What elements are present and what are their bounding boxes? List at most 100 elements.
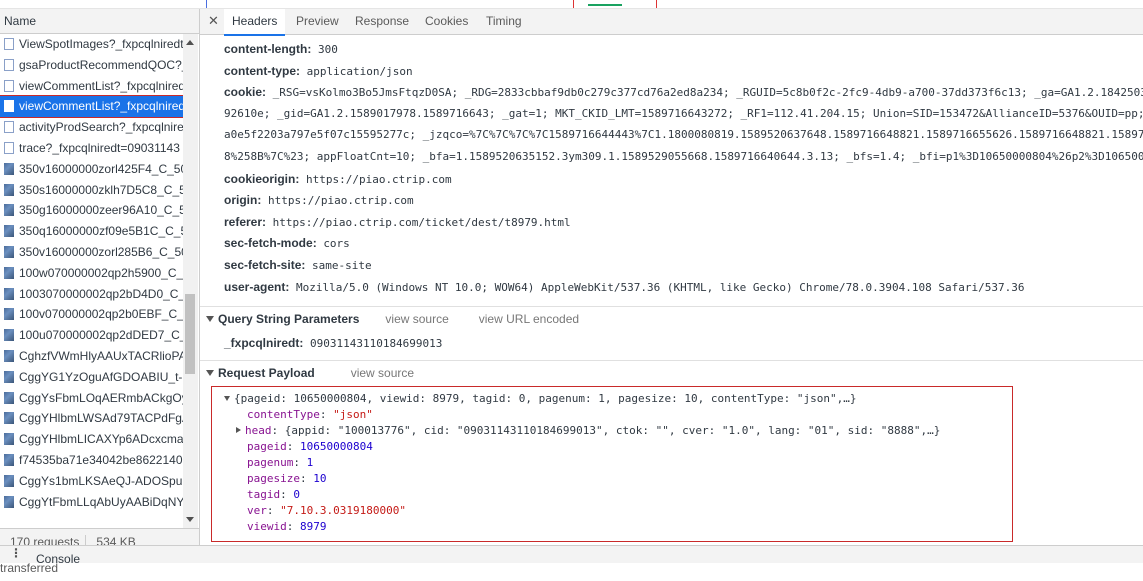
request-row[interactable]: CggYsFbmLOqAERmbACkgOy — [0, 388, 183, 409]
payload-field: pagesize: 10 — [247, 472, 327, 485]
collapse-triangle-icon[interactable] — [206, 370, 214, 376]
view-url-encoded-link[interactable]: view URL encoded — [479, 312, 579, 326]
header-row: sec-fetch-site: same-site — [224, 258, 372, 272]
console-tab[interactable]: Console — [36, 552, 80, 566]
request-row[interactable]: 350s16000000zklh7D5C8_C_50 — [0, 180, 183, 201]
tab-response[interactable]: Response — [355, 9, 409, 34]
more-options-icon[interactable]: ⋮ — [10, 546, 22, 560]
header-row: content-length: 300 — [224, 42, 338, 56]
payload-value: 10650000804 — [300, 440, 373, 453]
request-row[interactable]: 1003070000002qp2bD4D0_C_50 — [0, 284, 183, 305]
request-row[interactable]: f74535ba71e34042be8622140 — [0, 450, 183, 471]
view-source-link[interactable]: view source — [351, 366, 414, 380]
image-file-icon — [4, 183, 14, 196]
request-name: CggYtFbmLLqAbUyAABiDqNY — [19, 494, 183, 509]
collapse-triangle-icon[interactable] — [206, 316, 214, 322]
request-row[interactable]: viewCommentList?_fxpcqlniredt=0903114 — [0, 95, 183, 119]
payload-field[interactable]: head: {appid: "100013776", cid: "0903114… — [236, 424, 940, 437]
document-file-icon — [4, 100, 14, 113]
request-name: 350s16000000zklh7D5C8_C_50 — [19, 182, 183, 197]
request-row[interactable]: 350q16000000zf09e5B1C_C_50 — [0, 221, 183, 242]
request-row[interactable]: 100w070000002qp2h5900_C_50 — [0, 263, 183, 284]
header-key: sec-fetch-site: — [224, 258, 306, 272]
request-name: 350q16000000zf09e5B1C_C_50 — [19, 224, 183, 239]
request-row[interactable]: CggYs1bmLKSAeQJ-ADOSpuG — [0, 471, 183, 492]
document-file-icon — [4, 58, 14, 71]
expand-arrow-icon[interactable] — [224, 396, 230, 401]
request-row[interactable]: 350v16000000zorl425F4_C_50 — [0, 159, 183, 180]
tab-cookies[interactable]: Cookies — [425, 9, 468, 34]
payload-field: pageid: 10650000804 — [247, 440, 373, 453]
tab-headers[interactable]: Headers — [224, 9, 286, 36]
request-row[interactable]: CggYG1YzOguAfGDOABIU_t-I — [0, 367, 183, 388]
header-key: cookie: — [224, 85, 267, 100]
close-icon[interactable]: ✕ — [208, 13, 219, 29]
request-name: gsaProductRecommendQOC?_fxpcqlniredt — [19, 57, 183, 72]
request-row[interactable]: viewCommentList?_fxpcqlniredt=0903114 — [0, 76, 183, 97]
request-row[interactable]: gsaProductRecommendQOC?_fxpcqlniredt — [0, 55, 183, 76]
header-row: cookieorigin: https://piao.ctrip.com — [224, 172, 452, 186]
request-row[interactable]: CghzfVWmHlyAAUxTACRlioPA — [0, 346, 183, 367]
header-row: user-agent: Mozilla/5.0 (Windows NT 10.0… — [224, 280, 1024, 294]
request-row[interactable]: CggYHlbmLICAXYp6ADcxcmax — [0, 429, 183, 450]
tab-preview[interactable]: Preview — [296, 9, 339, 34]
scroll-down-icon[interactable] — [186, 517, 194, 522]
header-key: cookieorigin: — [224, 171, 300, 186]
payload-field: pagenum: 1 — [247, 456, 314, 469]
payload-value: 8979 — [300, 520, 327, 533]
header-value: Mozilla/5.0 (Windows NT 10.0; WOW64) App… — [295, 280, 1025, 294]
payload-value: 1 — [306, 456, 314, 469]
request-row[interactable]: trace?_fxpcqlniredt=09031143 — [0, 138, 183, 159]
request-row[interactable]: CggYHlbmLWSAd79TACPdFgA — [0, 408, 183, 429]
request-row[interactable]: 100v070000002qp2b0EBF_C_50 — [0, 304, 183, 325]
query-param-value: 09031143110184699013 — [309, 337, 443, 350]
request-payload-section-header[interactable]: Request Payload view source — [200, 360, 1143, 385]
request-name: trace?_fxpcqlniredt=09031143 — [19, 140, 180, 155]
requests-panel: Name ViewSpotImages?_fxpcqlniredt=090311… — [0, 9, 200, 575]
request-name: CghzfVWmHlyAAUxTACRlioPA — [19, 348, 183, 363]
request-name: CggYHlbmLWSAd79TACPdFgA — [19, 411, 183, 426]
payload-key: pageid — [247, 440, 287, 453]
request-row[interactable]: activityProdSearch?_fxpcqlniredt=09031 — [0, 117, 183, 138]
request-name: 350g16000000zeer96A10_C_50 — [19, 203, 183, 218]
tab-timing[interactable]: Timing — [486, 9, 522, 34]
request-name: 100w070000002qp2h5900_C_50 — [19, 265, 183, 280]
header-value: same-site — [311, 259, 372, 272]
expand-arrow-icon[interactable] — [236, 427, 241, 433]
request-row[interactable]: 350v16000000zorl285B6_C_50 — [0, 242, 183, 263]
name-column-header[interactable]: Name — [0, 9, 199, 34]
image-file-icon — [4, 162, 14, 175]
header-value: 300 — [317, 43, 338, 56]
payload-key: ver — [247, 504, 267, 517]
view-source-link[interactable]: view source — [385, 312, 448, 326]
query-param-key: _fxpcqlniredt: — [224, 336, 304, 350]
document-file-icon — [4, 38, 14, 50]
timeline-marker — [573, 0, 574, 8]
header-value: https://piao.ctrip.com — [267, 194, 414, 208]
request-row[interactable]: ViewSpotImages?_fxpcqlniredt=09031143 — [0, 34, 183, 55]
scrollbar-thumb[interactable] — [185, 294, 195, 374]
request-row[interactable]: CggYtFbmLLqAbUyAABiDqNY — [0, 492, 183, 513]
request-name: CggYs1bmLKSAeQJ-ADOSpuG — [19, 473, 183, 488]
query-param-row: _fxpcqlniredt: 09031143110184699013 — [224, 336, 442, 350]
section-title: Request Payload — [218, 366, 315, 380]
header-value: application/json — [306, 64, 413, 78]
requests-scrollbar[interactable] — [183, 34, 198, 528]
request-row[interactable]: 350g16000000zeer96A10_C_50 — [0, 200, 183, 221]
image-file-icon — [4, 349, 14, 362]
scroll-up-icon[interactable] — [186, 40, 194, 45]
request-row[interactable]: 100u070000002qp2dDED7_C_50 — [0, 325, 183, 346]
document-file-icon — [4, 141, 14, 154]
query-string-section-header[interactable]: Query String Parameters view source view U… — [200, 306, 1143, 331]
header-row: 92610e; _gid=GA1.2.1589017978.1589716643… — [224, 107, 1143, 120]
header-row: content-type: application/json — [224, 64, 413, 78]
image-file-icon — [4, 391, 14, 404]
image-file-icon — [4, 453, 14, 466]
image-file-icon — [4, 474, 14, 487]
header-row: origin: https://piao.ctrip.com — [224, 193, 414, 207]
payload-key: tagid — [247, 488, 281, 501]
header-key: origin: — [224, 193, 262, 208]
top-strip — [0, 0, 1143, 9]
image-file-icon — [4, 266, 14, 279]
payload-summary-row[interactable]: {pageid: 10650000804, viewid: 8979, tagi… — [224, 392, 857, 405]
